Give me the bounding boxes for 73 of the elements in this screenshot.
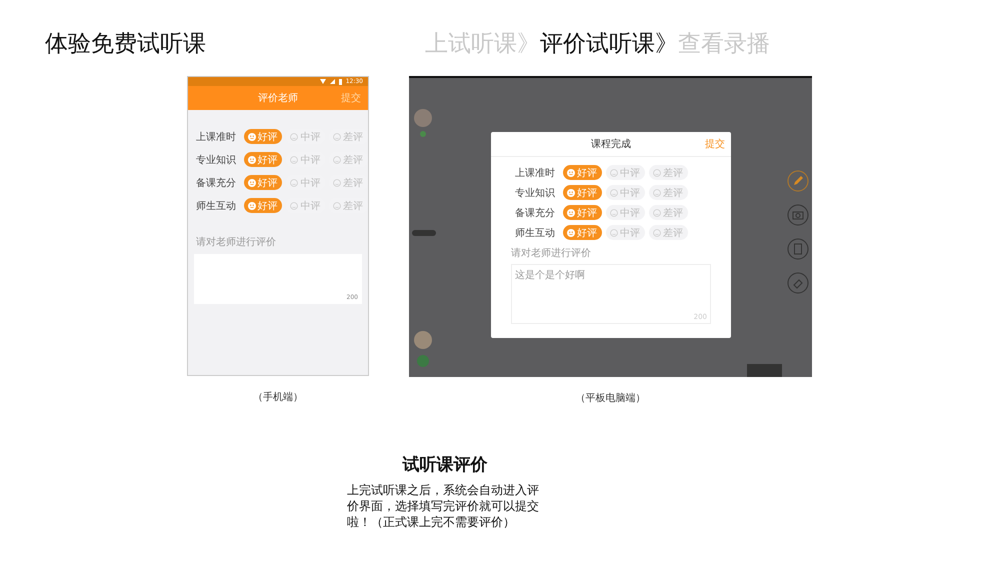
wifi-icon [320,79,326,84]
rating-option[interactable]: 中评 [606,205,645,220]
smiley-icon [567,188,575,196]
smiley-icon [610,208,618,216]
smiley-icon [333,132,342,140]
page-indicator [747,364,782,377]
smiley-icon [567,228,575,236]
timer-badge [412,230,436,236]
rating-label: 上课准时 [196,130,237,144]
rating-option[interactable]: 差评 [649,225,688,240]
rating-label: 上课准时 [515,166,556,180]
rating-option[interactable]: 好评 [563,165,602,180]
smiley-icon [567,168,575,176]
pencil-icon[interactable] [787,170,809,192]
screen-title: 评价老师 [258,92,298,105]
rating-option[interactable]: 差评 [649,185,688,200]
mic-icon [420,131,426,137]
battery-icon [338,78,342,84]
rating-label: 专业知识 [515,186,556,200]
smiley-icon [248,132,256,140]
rating-label: 备课充分 [515,206,556,220]
smiley-icon [653,208,661,216]
smiley-icon [290,132,298,140]
camera-icon[interactable] [787,204,809,226]
rating-option[interactable]: 好评 [563,225,602,240]
smiley-icon [653,188,661,196]
avatar [414,331,432,349]
rating-option[interactable]: 中评 [606,165,645,180]
dialog-title: 课程完成 [591,138,631,151]
avatar [414,109,432,127]
comment-label: 请对老师进行评价 [511,246,592,260]
smiley-icon [333,202,342,210]
rating-option[interactable]: 好评 [563,205,602,220]
caption: （手机端） [253,390,303,404]
smiley-icon [333,178,342,186]
smiley-icon [248,202,256,210]
slide-title: 体验免费试听课 [45,30,207,59]
smiley-icon [333,156,342,164]
rating-label: 师生互动 [196,200,237,212]
smiley-icon [290,156,298,164]
rating-label: 备课充分 [196,176,237,190]
smiley-icon [610,188,618,196]
smiley-icon [567,208,575,216]
document-icon[interactable] [787,238,809,260]
comment-label: 请对老师进行评价 [196,236,277,249]
rating-option[interactable]: 好评 [563,185,602,200]
submit-button[interactable]: 提交 [341,91,361,105]
smiley-icon [290,202,298,210]
caption: （平板电脑端） [576,392,646,405]
rating-option[interactable]: 差评 [649,205,688,220]
rating-option[interactable]: 好评 [244,198,282,213]
note-text: 上完试听课之后，系统会自动进入评价界面，选择填写完评价就可以提交啦！（正式课上完不需要评价） [347,482,540,530]
smiley-icon [248,178,256,186]
rating-label: 师生互动 [515,226,556,240]
note-title: 试听课评价 [402,454,488,476]
step-label: 评价试听课》 [540,30,678,59]
smiley-icon [290,178,298,186]
signal-icon [330,79,335,84]
rating-option[interactable]: 中评 [606,225,645,240]
smiley-icon [653,168,661,176]
smiley-icon [653,228,661,236]
rating-option[interactable]: 好评 [244,175,282,190]
smiley-icon [610,168,618,176]
rating-option[interactable]: 好评 [244,152,282,167]
smiley-icon [610,228,618,236]
rating-label: 专业知识 [196,154,237,166]
mic-icon [417,355,429,367]
rating-option[interactable]: 差评 [649,165,688,180]
submit-button[interactable]: 提交 [705,137,725,151]
rating-option[interactable]: 中评 [606,185,645,200]
rating-option[interactable]: 好评 [244,129,282,144]
smiley-icon [248,156,256,164]
eraser-icon[interactable] [787,272,809,294]
